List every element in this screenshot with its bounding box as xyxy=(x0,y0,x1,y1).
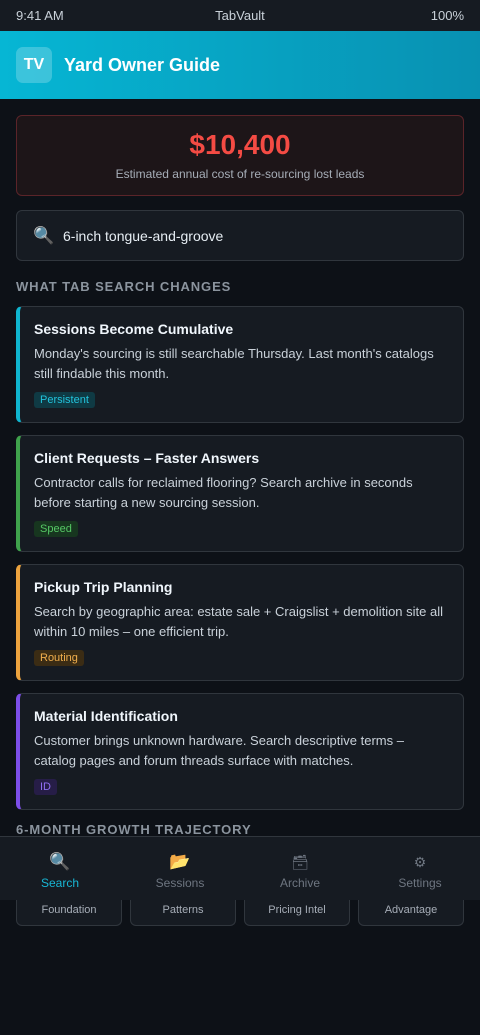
archive-icon: 🗃 xyxy=(291,854,309,870)
cost-caption: Estimated annual cost of re-sourcing los… xyxy=(115,166,365,181)
status-bar: 9:41 AM TabVault 100% xyxy=(0,0,480,31)
nav-item-search[interactable]: 🔍 Search xyxy=(0,837,120,900)
feature-description: Search by geographic area: estate sale +… xyxy=(34,604,443,639)
nav-label: Search xyxy=(40,876,80,890)
app-header: TV Yard Owner Guide xyxy=(0,31,480,99)
nav-label: Settings xyxy=(398,876,442,890)
nav-item-archive[interactable]: 🗃 Archive xyxy=(240,837,360,900)
search-query: 6-inch tongue-and-groove xyxy=(63,227,224,244)
nav-item-sessions[interactable]: 📂 Sessions xyxy=(120,837,240,900)
bottom-nav: 🔍 Search 📂 Sessions 🗃 Archive ⚙ Settings xyxy=(0,836,480,900)
nav-label: Archive xyxy=(279,876,320,890)
feature-title: Pickup Trip Planning xyxy=(34,579,173,595)
section-heading-changes: WHAT TAB SEARCH CHANGES xyxy=(16,279,232,294)
cost-value: $10,400 xyxy=(189,129,291,161)
status-battery: 100% xyxy=(430,8,464,23)
page-title: Yard Owner Guide xyxy=(64,54,221,75)
folder-icon: 📂 xyxy=(169,852,191,871)
cost-summary-card: $10,400 Estimated annual cost of re-sour… xyxy=(16,115,464,196)
main-content: $10,400 Estimated annual cost of re-sour… xyxy=(0,99,480,837)
feature-title: Sessions Become Cumulative xyxy=(34,321,234,337)
search-input[interactable]: 🔍 6-inch tongue-and-groove xyxy=(16,210,464,261)
gear-icon: ⚙ xyxy=(413,854,427,870)
app-logo: TV xyxy=(16,47,52,83)
feature-description: Customer brings unknown hardware. Search… xyxy=(34,733,404,768)
feature-title: Client Requests – Faster Answers xyxy=(34,450,260,466)
feature-list: Sessions Become Cumulative Monday's sourc… xyxy=(16,306,464,810)
search-icon: 🔍 xyxy=(49,852,71,871)
nav-item-settings[interactable]: ⚙ Settings xyxy=(360,837,480,900)
feature-card[interactable]: Sessions Become Cumulative Monday's sourc… xyxy=(16,306,464,423)
feature-description: Monday's sourcing is still searchable Th… xyxy=(34,346,434,381)
feature-tag: Speed xyxy=(34,521,78,537)
status-time: 9:41 AM xyxy=(16,8,64,23)
feature-tag: Routing xyxy=(34,650,84,666)
nav-label: Sessions xyxy=(155,876,205,890)
feature-tag: ID xyxy=(34,779,57,795)
feature-card[interactable]: Pickup Trip Planning Search by geographic… xyxy=(16,564,464,681)
feature-title: Material Identification xyxy=(34,708,178,724)
search-icon: 🔍 xyxy=(33,225,55,245)
status-carrier: TabVault xyxy=(215,8,265,23)
feature-tag: Persistent xyxy=(34,392,95,408)
feature-description: Contractor calls for reclaimed flooring?… xyxy=(34,475,413,510)
section-heading-growth: 6-MONTH GROWTH TRAJECTORY xyxy=(16,822,252,837)
feature-card[interactable]: Client Requests – Faster Answers Contract… xyxy=(16,435,464,552)
feature-card[interactable]: Material Identification Customer brings u… xyxy=(16,693,464,810)
